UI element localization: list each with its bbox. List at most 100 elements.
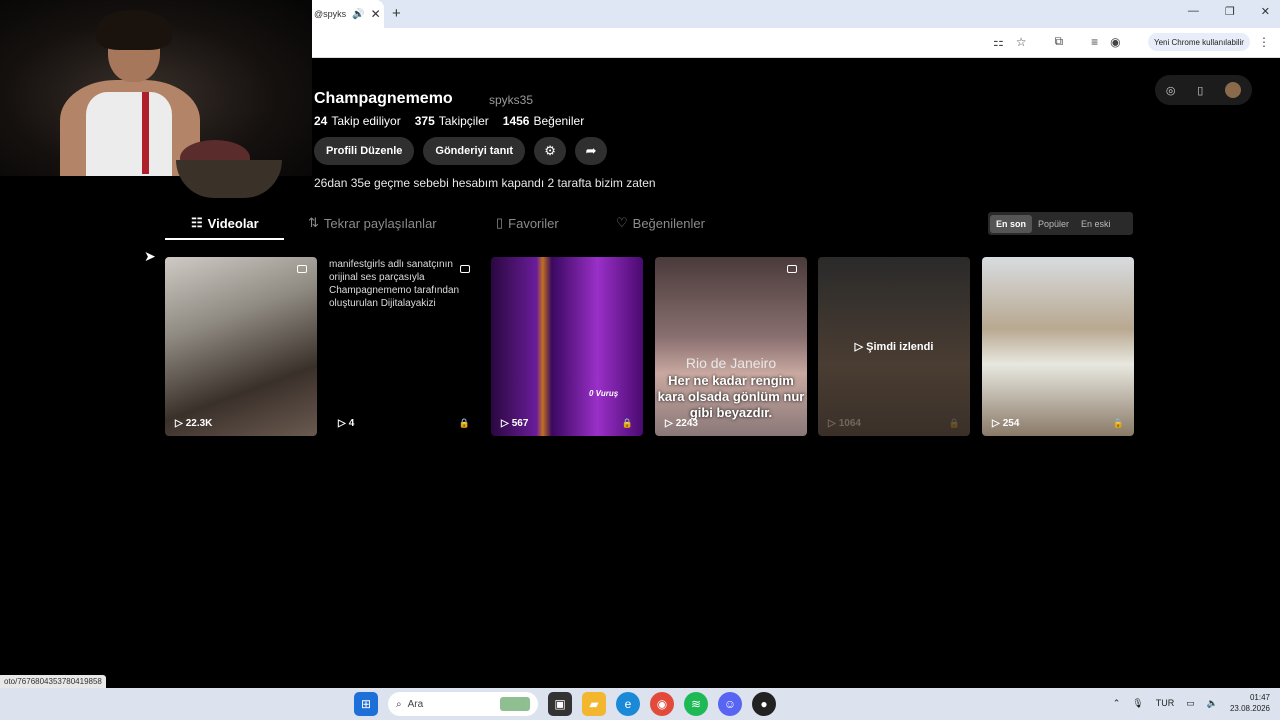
app-icon[interactable]: ●	[752, 692, 776, 716]
video-card[interactable]: Rio de Janeiro Her ne kadar rengim kara …	[655, 257, 807, 436]
video-card[interactable]: ▷ Şimdi izlendi ▷ 1064 🔒	[818, 257, 970, 436]
heart-icon: ♡	[616, 215, 628, 230]
top-right-tools: ◎ ▯	[1155, 75, 1252, 105]
tab-favorites[interactable]: ▯ Favoriler	[496, 215, 559, 231]
video-city: Rio de Janeiro	[685, 355, 777, 371]
lock-icon: 🔒	[1112, 418, 1124, 428]
chrome-update-pill[interactable]: Yeni Chrome kullanılabilir	[1148, 33, 1250, 51]
grid-icon: ☷	[191, 215, 203, 230]
edit-profile-button[interactable]: Profili Düzenle	[314, 137, 415, 165]
search-highlight-icon	[500, 697, 530, 711]
chrome-icon[interactable]: ◉	[650, 692, 674, 716]
view-count: ▷ 1064	[828, 418, 861, 429]
windows-start-icon[interactable]: ⊞	[354, 692, 378, 716]
profile-stats: 24 Takip ediliyor 375 Takipçiler 1456 Beğen…	[314, 114, 584, 128]
video-caption: Her ne kadar rengim kara olsada gönlüm n…	[657, 373, 805, 420]
share-arrow-icon[interactable]: ➦	[575, 137, 608, 165]
bookmark-star-icon[interactable]: ☆	[1016, 35, 1027, 49]
close-tab-icon[interactable]: ✕	[371, 7, 381, 21]
file-explorer-icon[interactable]: ▰	[582, 692, 606, 716]
watched-now-label: ▷ Şimdi izlendi	[854, 341, 934, 353]
stat-following[interactable]: 24 Takip ediliyor	[314, 114, 401, 128]
compass-icon[interactable]: ◎	[1166, 84, 1176, 97]
mini-avatar[interactable]	[1225, 82, 1242, 98]
translate-icon[interactable]: ⚏	[993, 35, 1004, 49]
microphone-icon[interactable]: 🎙	[1132, 698, 1143, 709]
tab-liked[interactable]: ♡ Beğenilenler	[616, 215, 705, 231]
video-card[interactable]: ▷ 254 🔒	[982, 257, 1134, 436]
view-count: ▷ 567	[501, 418, 529, 429]
active-tab-indicator	[165, 238, 284, 240]
taskbar-search[interactable]: ⌕ Ara	[388, 692, 538, 716]
play-icon: ▷	[175, 418, 183, 429]
avatar[interactable]	[176, 160, 282, 198]
speaker-icon[interactable]: 🔊	[352, 9, 364, 20]
minimize-icon[interactable]: —	[1188, 5, 1199, 18]
toolbar-icons: ⚏ ☆ ⧉ ≡ ◉	[993, 34, 1121, 49]
phone-icon[interactable]: ▯	[1197, 84, 1203, 97]
edge-icon[interactable]: e	[616, 692, 640, 716]
kebab-menu-icon[interactable]: ⋮	[1258, 35, 1270, 49]
window-controls: — ❐ ✕	[1188, 5, 1270, 18]
lock-icon: 🔒	[621, 418, 633, 428]
webcam-overlay	[0, 0, 312, 176]
promote-post-button[interactable]: Gönderiyi tanıt	[423, 137, 526, 165]
video-card[interactable]: manifestgirls adlı sanatçının orijinal s…	[328, 257, 480, 436]
view-count: ▷ 2243	[665, 418, 698, 429]
browser-tab-strip	[312, 0, 1280, 28]
view-count: ▷ 22.3K	[175, 418, 213, 429]
extensions-icon[interactable]: ⧉	[1055, 34, 1064, 49]
tab-videos[interactable]: ☷ Videolar	[191, 215, 259, 231]
pin-icon	[787, 265, 797, 273]
lock-icon: 🔒	[948, 418, 960, 428]
view-count: ▷ 254	[992, 418, 1020, 429]
browser-tab[interactable]: @spyks 🔊 ✕	[312, 0, 384, 28]
task-view-icon[interactable]: ▣	[548, 692, 572, 716]
profile-handle: spyks35	[489, 93, 534, 107]
new-tab-button[interactable]: +	[392, 5, 401, 22]
play-icon: ▷	[665, 418, 673, 429]
settings-gear-icon[interactable]: ⚙	[534, 137, 567, 165]
spotify-icon[interactable]: ≋	[684, 692, 708, 716]
video-caption: 0 Vuruş	[589, 389, 619, 398]
search-icon: ⌕	[396, 698, 402, 710]
play-icon: ▷	[992, 418, 1000, 429]
sort-latest[interactable]: En son	[990, 214, 1033, 233]
media-controls-icon[interactable]: ≡	[1091, 35, 1098, 49]
maximize-icon[interactable]: ❐	[1225, 5, 1235, 18]
webcam-tank-top	[86, 92, 172, 176]
language-indicator[interactable]: TUR	[1156, 698, 1175, 708]
webcam-hair	[96, 10, 172, 50]
network-icon[interactable]: ▭	[1186, 698, 1195, 709]
profile-bio: 26dan 35e geçme sebebi hesabım kapandı 2…	[314, 176, 656, 190]
discord-icon[interactable]: ☺	[718, 692, 742, 716]
pin-icon	[297, 265, 307, 273]
bookmark-icon: ▯	[496, 215, 504, 230]
profile-icon[interactable]: ◉	[1110, 35, 1120, 49]
close-window-icon[interactable]: ✕	[1261, 5, 1270, 18]
play-icon: ▷	[828, 418, 836, 429]
play-icon: ▷	[338, 418, 346, 429]
volume-icon[interactable]: 🔈	[1207, 698, 1218, 709]
profile-actions: Profili Düzenle Gönderiyi tanıt ⚙ ➦	[314, 137, 608, 165]
chevron-up-icon[interactable]: ⌃	[1113, 698, 1121, 709]
stat-likes: 1456 Beğeniler	[502, 114, 585, 128]
profile-name: Champagnememo	[314, 90, 453, 107]
video-card[interactable]: 0 Vuruş ▷ 567 🔒	[491, 257, 643, 436]
repost-icon: ⇅	[308, 215, 319, 230]
browser-toolbar	[312, 28, 1280, 58]
stat-followers[interactable]: 375 Takipçiler	[415, 114, 489, 128]
clock[interactable]: 01:47 23.08.2026	[1230, 692, 1270, 714]
mouse-cursor-icon: ➤	[144, 248, 156, 264]
sort-oldest[interactable]: En eski	[1075, 215, 1117, 233]
view-count: ▷ 4	[338, 418, 355, 429]
tab-title: @spyks	[314, 9, 347, 19]
sort-toggle: En son Popüler En eski	[988, 212, 1133, 235]
tab-reposts[interactable]: ⇅ Tekrar paylaşılanlar	[308, 215, 437, 231]
sort-popular[interactable]: Popüler	[1032, 215, 1075, 233]
video-card[interactable]: ▷ 22.3K	[165, 257, 317, 436]
system-tray: ⌃ 🎙 TUR ▭ 🔈 01:47 23.08.2026	[1113, 692, 1270, 714]
webcam-hose	[142, 92, 149, 174]
broken-thumbnail-alt: manifestgirls adlı sanatçının orijinal s…	[329, 259, 460, 309]
play-icon: ▷	[854, 341, 867, 353]
